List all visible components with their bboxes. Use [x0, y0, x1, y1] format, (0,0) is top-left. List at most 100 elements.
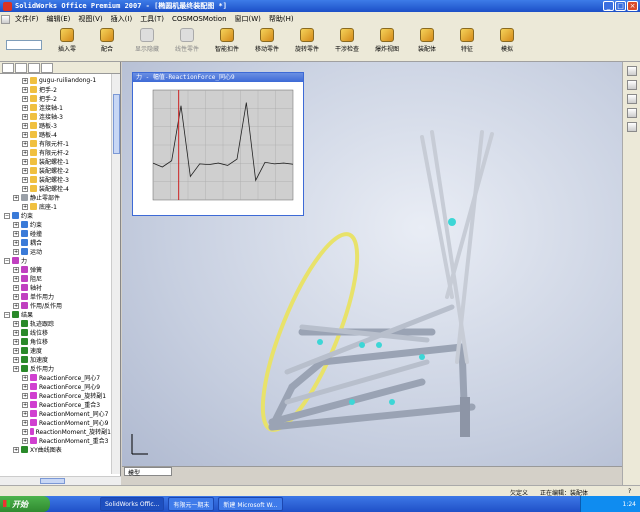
- tree-item[interactable]: + XY曲线图表: [0, 445, 111, 454]
- tree-item[interactable]: + ReactionMoment_同心7: [0, 409, 111, 418]
- expand-icon[interactable]: +: [13, 293, 19, 300]
- toolbar-button-1[interactable]: 配合: [90, 28, 124, 53]
- tree-item[interactable]: + ReactionMoment_重合3: [0, 436, 111, 445]
- expand-icon[interactable]: +: [22, 437, 28, 444]
- menu-item-1[interactable]: 编辑(E): [43, 14, 75, 24]
- expand-icon[interactable]: +: [22, 86, 28, 93]
- minimize-button[interactable]: _: [603, 1, 614, 11]
- tree-item[interactable]: + 作用/反作用: [0, 301, 111, 310]
- expand-icon[interactable]: +: [13, 266, 19, 273]
- status-help[interactable]: ?: [628, 488, 631, 495]
- menu-item-5[interactable]: COSMOSMotion: [168, 15, 231, 23]
- menu-item-2[interactable]: 视图(V): [74, 14, 106, 24]
- tree-item[interactable]: + 底座-1: [0, 202, 111, 211]
- expand-icon[interactable]: +: [22, 140, 28, 147]
- tree-item[interactable]: + 加速度: [0, 355, 111, 364]
- menu-item-4[interactable]: 工具(T): [136, 14, 168, 24]
- tree-item[interactable]: + 单作用力: [0, 292, 111, 301]
- toolbar-button-10[interactable]: 特征: [450, 28, 484, 53]
- expand-icon[interactable]: +: [22, 374, 28, 381]
- toolbar-select[interactable]: [6, 40, 42, 50]
- tree-item[interactable]: + 把手-2: [0, 85, 111, 94]
- expand-icon[interactable]: +: [13, 320, 19, 327]
- expand-icon[interactable]: +: [13, 356, 19, 363]
- expand-icon[interactable]: +: [22, 203, 28, 210]
- close-button[interactable]: ×: [627, 1, 638, 11]
- tree-item[interactable]: + 有限元杆-1: [0, 139, 111, 148]
- expand-icon[interactable]: +: [13, 194, 19, 201]
- tree-item[interactable]: + 装配螺栓-1: [0, 157, 111, 166]
- expand-icon[interactable]: +: [22, 383, 28, 390]
- expand-icon[interactable]: +: [22, 131, 28, 138]
- start-button[interactable]: 开始: [0, 496, 50, 512]
- expand-icon[interactable]: +: [13, 329, 19, 336]
- expand-icon[interactable]: +: [22, 419, 28, 426]
- tree-item[interactable]: − 结果: [0, 310, 111, 319]
- expand-icon[interactable]: +: [22, 401, 28, 408]
- toolbar-button-3[interactable]: 线性零件: [170, 28, 204, 53]
- tree-item[interactable]: + 约束: [0, 220, 111, 229]
- taskbar-task-0[interactable]: SolidWorks Offic...: [100, 497, 165, 511]
- expand-icon[interactable]: +: [22, 122, 28, 129]
- expand-icon[interactable]: +: [22, 392, 28, 399]
- tree-item[interactable]: + 耦合: [0, 238, 111, 247]
- expand-icon[interactable]: +: [13, 302, 19, 309]
- tree-item[interactable]: + 阻尼: [0, 274, 111, 283]
- toolbar-button-6[interactable]: 旋转零件: [290, 28, 324, 53]
- taskbar-task-2[interactable]: 新建 Microsoft W...: [218, 497, 283, 511]
- tree-item[interactable]: + 碰撞: [0, 229, 111, 238]
- expand-icon[interactable]: +: [13, 338, 19, 345]
- tree-item[interactable]: + 装配螺栓-3: [0, 175, 111, 184]
- tree-item[interactable]: − 力: [0, 256, 111, 265]
- featuremanager-tab[interactable]: [2, 63, 14, 73]
- propertymanager-tab[interactable]: [15, 63, 27, 73]
- expand-icon[interactable]: +: [22, 176, 28, 183]
- expand-icon[interactable]: +: [22, 428, 28, 435]
- tree-item[interactable]: + 角位移: [0, 337, 111, 346]
- toolbar-button-9[interactable]: 装配体: [410, 28, 444, 53]
- tree-item[interactable]: + ReactionForce_旋转副1: [0, 391, 111, 400]
- tree-item[interactable]: + 反作用力: [0, 364, 111, 373]
- tree-item[interactable]: + 把手-2: [0, 94, 111, 103]
- expand-icon[interactable]: +: [13, 365, 19, 372]
- model-tab[interactable]: 模型: [124, 467, 172, 476]
- tree-item[interactable]: + ReactionMoment_旋转副1: [0, 427, 111, 436]
- tree-item[interactable]: + 踏板-3: [0, 121, 111, 130]
- expand-icon[interactable]: +: [13, 446, 19, 453]
- expand-icon[interactable]: +: [13, 239, 19, 246]
- tree-item[interactable]: + 静止零部件: [0, 193, 111, 202]
- expand-icon[interactable]: −: [4, 257, 10, 264]
- appearances-icon[interactable]: [626, 122, 637, 132]
- toolbar-button-2[interactable]: 显示隐藏: [130, 28, 164, 53]
- toolbar-button-4[interactable]: 智能扣件: [210, 28, 244, 53]
- tree-item[interactable]: + ReactionMoment_同心9: [0, 418, 111, 427]
- tree-horizontal-scrollbar[interactable]: [0, 476, 121, 485]
- menu-item-3[interactable]: 插入(I): [107, 14, 137, 24]
- expand-icon[interactable]: −: [4, 311, 10, 318]
- menu-item-7[interactable]: 帮助(H): [265, 14, 298, 24]
- expand-icon[interactable]: +: [13, 248, 19, 255]
- maximize-button[interactable]: □: [615, 1, 626, 11]
- home-icon[interactable]: [626, 66, 637, 76]
- tree-item[interactable]: + 速度: [0, 346, 111, 355]
- expand-icon[interactable]: +: [13, 221, 19, 228]
- tree-item[interactable]: + 轨迹跟踪: [0, 319, 111, 328]
- expand-icon[interactable]: +: [13, 230, 19, 237]
- menu-item-6[interactable]: 窗口(W): [231, 14, 265, 24]
- toolbar-button-0[interactable]: 插入零: [50, 28, 84, 53]
- tree-item[interactable]: − 约束: [0, 211, 111, 220]
- toolbar-button-5[interactable]: 移动零件: [250, 28, 284, 53]
- tree-item[interactable]: + 踏板-4: [0, 130, 111, 139]
- toolbar-button-11[interactable]: 模拟: [490, 28, 524, 53]
- tree-item[interactable]: + 装配螺栓-2: [0, 166, 111, 175]
- expand-icon[interactable]: +: [13, 275, 19, 282]
- expand-icon[interactable]: +: [22, 77, 28, 84]
- tree-item[interactable]: + ReactionForce_同心9: [0, 382, 111, 391]
- tree-item[interactable]: + gugu-ruiliandong-1: [0, 76, 111, 85]
- tree-item[interactable]: + 线位移: [0, 328, 111, 337]
- plot-window[interactable]: 力 - 幅值-ReactionForce_同心9: [132, 72, 304, 216]
- expand-icon[interactable]: −: [4, 212, 10, 219]
- expand-icon[interactable]: +: [13, 284, 19, 291]
- search-icon[interactable]: [626, 108, 637, 118]
- taskbar-task-1[interactable]: 有限元一期末: [168, 497, 215, 511]
